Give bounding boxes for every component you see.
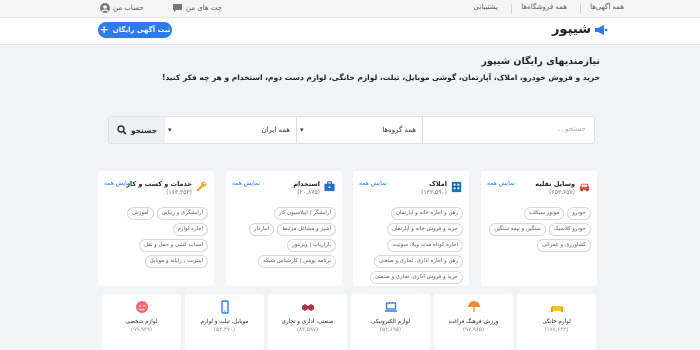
divider (511, 4, 512, 13)
small-category-name: لوازم الکترونیکی (371, 319, 410, 325)
chevron-down-icon: ▾ (168, 126, 172, 134)
category-title: املاک (429, 180, 447, 188)
all-ads-link[interactable]: همه آگهی‌ها (590, 3, 624, 11)
page-title: نیازمندیهای رایگان شیپور (481, 56, 600, 67)
category-count: (۱۳۲,۵۹۰) (421, 189, 447, 196)
search-bar: جستجو... همه گروه‌ها ▾ همه ایران ▾ جستجو (108, 116, 595, 144)
user-icon (100, 3, 110, 13)
tag-list: خودرو موتور سیکلت خودرو کلاسیک سنگین و ن… (485, 207, 591, 252)
logo[interactable]: شیپور (552, 22, 608, 37)
sofa-icon (550, 306, 563, 312)
tag[interactable]: خودرو (567, 207, 591, 220)
small-category-name: صنعتی، اداری و تجاری (281, 319, 334, 325)
chats-label: چت های من (186, 4, 223, 12)
support-link[interactable]: پشتیبانی (474, 3, 498, 11)
page-subtitle: خرید و فروش خودرو، املاک، آپارتمان، گوشی… (162, 73, 600, 82)
briefcase-icon (324, 181, 335, 192)
tag[interactable]: آشپز و مشاغل مرتبط (277, 223, 336, 236)
small-category-industrial[interactable]: صنعتی، اداری و تجاری (۸۳,۵۹۷) (268, 294, 347, 350)
handshake-icon (301, 304, 314, 311)
plus-icon: + (99, 23, 109, 36)
all-stores-link[interactable]: همه فروشگاه‌ها (521, 3, 567, 11)
category-card-jobs[interactable]: استخدام (۲۰,۸۷۵) نمایش همه آرایشگر | اپی… (226, 171, 342, 286)
tag[interactable]: موتور سیکلت (523, 207, 565, 220)
small-category-count: (۹۹,۹۳۹) (130, 327, 153, 333)
small-category-electronics[interactable]: لوازم الکترونیکی (۵۳,۶۹۵) (351, 294, 430, 350)
logo-text: شیپور (551, 22, 591, 37)
face-icon (135, 301, 148, 313)
region-select-value: همه ایران (261, 126, 290, 134)
small-category-count: (۸۳,۵۹۷) (296, 327, 319, 333)
small-category-mobile[interactable]: موبایل، تبلت و لوازم (۵۳,۲۷۰) (185, 294, 264, 350)
small-category-name: موبایل، تبلت و لوازم (200, 319, 249, 325)
tag[interactable]: اجاره کوتاه مدت ویلا، سوئیت (387, 239, 463, 252)
tag[interactable]: انباردار (248, 223, 275, 236)
chat-icon (173, 4, 182, 12)
tag[interactable]: خرید و فروش اداری، تجاری و صنعتی (369, 271, 463, 284)
small-category-count: (۵۳,۲۷۰) (213, 327, 236, 333)
category-card-real-estate[interactable]: املاک (۱۳۲,۵۹۰) نمایش همه رهن و اجاره خا… (353, 171, 469, 286)
category-card-vehicles[interactable]: وسایل نقلیه (۶۵۳,۶۵۷) نمایش همه خودرو مو… (481, 171, 597, 286)
small-category-count: (۵۳,۶۹۵) (379, 327, 402, 333)
tag[interactable]: برنامه نویس | کارشناس شبکه (258, 255, 336, 268)
laptop-icon (384, 302, 397, 312)
tag-list: رهن و اجاره خانه و آپارتمان خرید و فروش … (357, 207, 463, 284)
small-category-home-appliances[interactable]: لوازم خانگی (۱۷۸,۶۳۲) (517, 294, 596, 350)
small-category-personal[interactable]: لوازم شخصی (۹۹,۹۳۹) (102, 294, 181, 350)
category-title: خدمات و کسب و کار (126, 180, 192, 188)
tag[interactable]: کشاورزی و عمرانی (537, 239, 591, 252)
category-title: استخدام (293, 180, 320, 188)
category-card-services[interactable]: خدمات و کسب و کار (۱۶۳,۴۵۳) نمایش همه آر… (98, 171, 214, 286)
wrench-icon (196, 181, 207, 192)
tag[interactable]: رهن و اجاره خانه و آپارتمان (390, 207, 463, 220)
show-all-link[interactable]: نمایش همه (232, 180, 260, 187)
tag-list: آرایشگر | اپیلاسیون کار آشپز و مشاغل مرت… (230, 207, 336, 268)
category-count: (۲۰,۸۷۵) (297, 189, 320, 196)
tag[interactable]: اسباب کشی و حمل و نقل (139, 239, 208, 252)
small-category-name: ورزش فرهنگ فراغت (448, 319, 499, 325)
tag[interactable]: خودرو کلاسیک (548, 223, 591, 236)
tag[interactable]: آموزش (127, 207, 154, 220)
tag[interactable]: رهن و اجاره اداری، تجاری و صنعتی (373, 255, 463, 268)
search-button[interactable]: جستجو (109, 117, 165, 143)
show-all-link[interactable]: نمایش همه (359, 180, 387, 187)
search-input[interactable]: جستجو... (559, 125, 587, 133)
mobile-phone-icon (220, 300, 229, 314)
show-all-link[interactable]: نمایش همه (104, 180, 132, 187)
tag-list: آرایشگری و زیبایی آموزش اجاره لوازم اسبا… (102, 207, 208, 268)
category-select-value: همه گروه‌ها (382, 126, 416, 134)
small-category-sports[interactable]: ورزش فرهنگ فراغت (۹۷,۹۶۵) (434, 294, 513, 350)
megaphone-icon (595, 24, 608, 35)
chevron-down-icon: ▾ (300, 126, 304, 134)
post-ad-button[interactable]: ثبت آگهی رایگان + (98, 22, 172, 38)
post-ad-label: ثبت آگهی رایگان (112, 26, 171, 34)
umbrella-icon (467, 301, 480, 312)
building-icon (451, 181, 462, 193)
my-chats-link[interactable]: چت های من (172, 3, 222, 13)
small-category-count: (۱۷۸,۶۳۲) (544, 327, 569, 333)
tag[interactable]: بازاریاب | ویزیتور (287, 239, 336, 252)
category-count: (۶۵۳,۶۵۷) (549, 189, 575, 196)
category-count: (۱۶۳,۴۵۳) (166, 189, 192, 196)
small-category-name: لوازم شخصی (125, 319, 158, 325)
small-category-count: (۹۷,۹۶۵) (462, 327, 485, 333)
show-all-link[interactable]: نمایش همه (487, 180, 515, 187)
tag[interactable]: آرایشگری و زیبایی (156, 207, 208, 220)
tag[interactable]: اینترنت ، رایانه و موبایل (144, 255, 208, 268)
divider (580, 4, 581, 13)
account-label: حساب من (113, 4, 144, 12)
search-icon (117, 125, 127, 135)
tag[interactable]: آرایشگر | اپیلاسیون کار (273, 207, 336, 220)
car-icon (579, 183, 590, 192)
region-select[interactable]: همه ایران ▾ (164, 117, 297, 143)
tag[interactable]: خرید و فروش خانه و آپارتمان (387, 223, 463, 236)
search-button-label: جستجو (130, 125, 158, 135)
top-bar: همه آگهی‌ها همه فروشگاه‌ها پشتیبانی چت ه… (0, 0, 700, 18)
tag[interactable]: اجاره لوازم (172, 223, 208, 236)
category-title: وسایل نقلیه (535, 180, 575, 188)
my-account-link[interactable]: حساب من (100, 3, 144, 13)
tag[interactable]: سنگین و نیمه سنگین (489, 223, 546, 236)
small-category-name: لوازم خانگی (542, 319, 571, 325)
category-select[interactable]: همه گروه‌ها ▾ (296, 117, 423, 143)
